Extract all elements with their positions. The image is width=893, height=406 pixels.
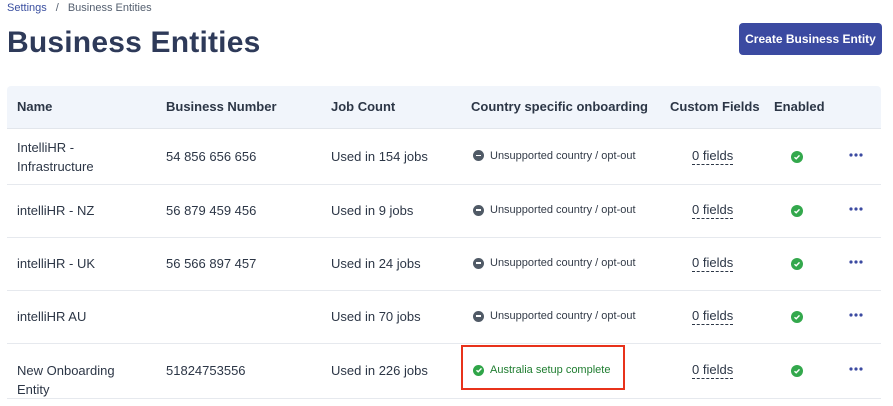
enabled-check-icon — [791, 205, 803, 217]
column-header-job-count: Job Count — [331, 99, 396, 114]
custom-fields-link[interactable]: 0 fields — [692, 362, 734, 379]
breadcrumb-settings-link[interactable]: Settings — [7, 2, 47, 14]
custom-fields-link[interactable]: 0 fields — [692, 308, 734, 325]
breadcrumb: Settings / Business Entities — [7, 2, 152, 14]
more-actions-icon[interactable] — [847, 204, 865, 214]
breadcrumb-separator: / — [55, 2, 59, 14]
onboarding-status-label: Unsupported country / opt-out — [490, 257, 636, 269]
column-header-custom-fields: Custom Fields — [670, 99, 760, 114]
more-actions-icon[interactable] — [847, 364, 865, 374]
custom-fields-link[interactable]: 0 fields — [692, 255, 734, 272]
entity-name: IntelliHR - Infrastructure — [17, 139, 94, 174]
table-header: Name Business Number Job Count Country s… — [7, 86, 881, 129]
onboarding-status-label: Unsupported country / opt-out — [490, 310, 636, 322]
business-entities-table: Name Business Number Job Count Country s… — [7, 86, 881, 399]
entity-name: New Onboarding Entity — [17, 363, 115, 397]
onboarding-status: Unsupported country / opt-out — [473, 150, 636, 162]
entity-name: intelliHR - UK — [17, 256, 96, 271]
business-number: 54 856 656 656 — [166, 148, 257, 164]
business-number: 51824753556 — [166, 363, 246, 378]
column-header-enabled: Enabled — [774, 99, 825, 114]
highlight-box — [461, 345, 625, 390]
column-header-country-onboarding: Country specific onboarding — [471, 99, 648, 114]
page-title: Business Entities — [7, 26, 261, 59]
table-row: intelliHR AU Used in 70 jobs Unsupported c… — [7, 291, 881, 344]
more-actions-icon[interactable] — [847, 257, 865, 267]
breadcrumb-current: Business Entities — [67, 2, 152, 14]
table-row: intelliHR - UK 56 566 897 457 Used in 24 j… — [7, 238, 881, 291]
job-count: Used in 154 jobs — [331, 148, 428, 164]
minus-circle-icon — [473, 204, 484, 216]
onboarding-status-label: Unsupported country / opt-out — [490, 204, 636, 216]
table-row: intelliHR - NZ 56 879 459 456 Used in 9 jo… — [7, 185, 881, 238]
entity-name: intelliHR AU — [17, 309, 87, 324]
job-count: Used in 24 jobs — [331, 256, 421, 271]
column-header-name: Name — [17, 99, 53, 114]
enabled-check-icon — [791, 258, 803, 270]
enabled-check-icon — [791, 365, 803, 377]
more-actions-icon[interactable] — [847, 310, 865, 320]
custom-fields-link[interactable]: 0 fields — [692, 148, 734, 165]
custom-fields-link[interactable]: 0 fields — [692, 202, 734, 219]
entity-name: intelliHR - NZ — [17, 203, 95, 218]
table-body: IntelliHR - Infrastructure 54 856 656 656… — [7, 129, 881, 399]
table-row: IntelliHR - Infrastructure 54 856 656 656… — [7, 129, 881, 185]
onboarding-status-label: Unsupported country / opt-out — [490, 149, 636, 162]
business-number: 56 879 459 456 — [166, 203, 257, 218]
business-number: 56 566 897 457 — [166, 256, 257, 271]
minus-circle-icon — [473, 310, 484, 322]
minus-circle-icon — [473, 257, 484, 269]
job-count: Used in 70 jobs — [331, 309, 421, 324]
onboarding-status: Unsupported country / opt-out — [473, 310, 636, 322]
enabled-check-icon — [791, 311, 803, 323]
create-business-entity-button[interactable]: Create Business Entity — [739, 23, 882, 55]
enabled-check-icon — [791, 150, 803, 163]
onboarding-status: Unsupported country / opt-out — [473, 204, 636, 216]
more-actions-icon[interactable] — [847, 150, 865, 160]
column-header-business-number: Business Number — [166, 99, 277, 114]
job-count: Used in 9 jobs — [331, 203, 414, 218]
table-row: New Onboarding Entity 51824753556 Used in … — [7, 344, 881, 399]
job-count: Used in 226 jobs — [331, 363, 428, 378]
minus-circle-icon — [473, 150, 484, 161]
onboarding-status: Unsupported country / opt-out — [473, 257, 636, 269]
